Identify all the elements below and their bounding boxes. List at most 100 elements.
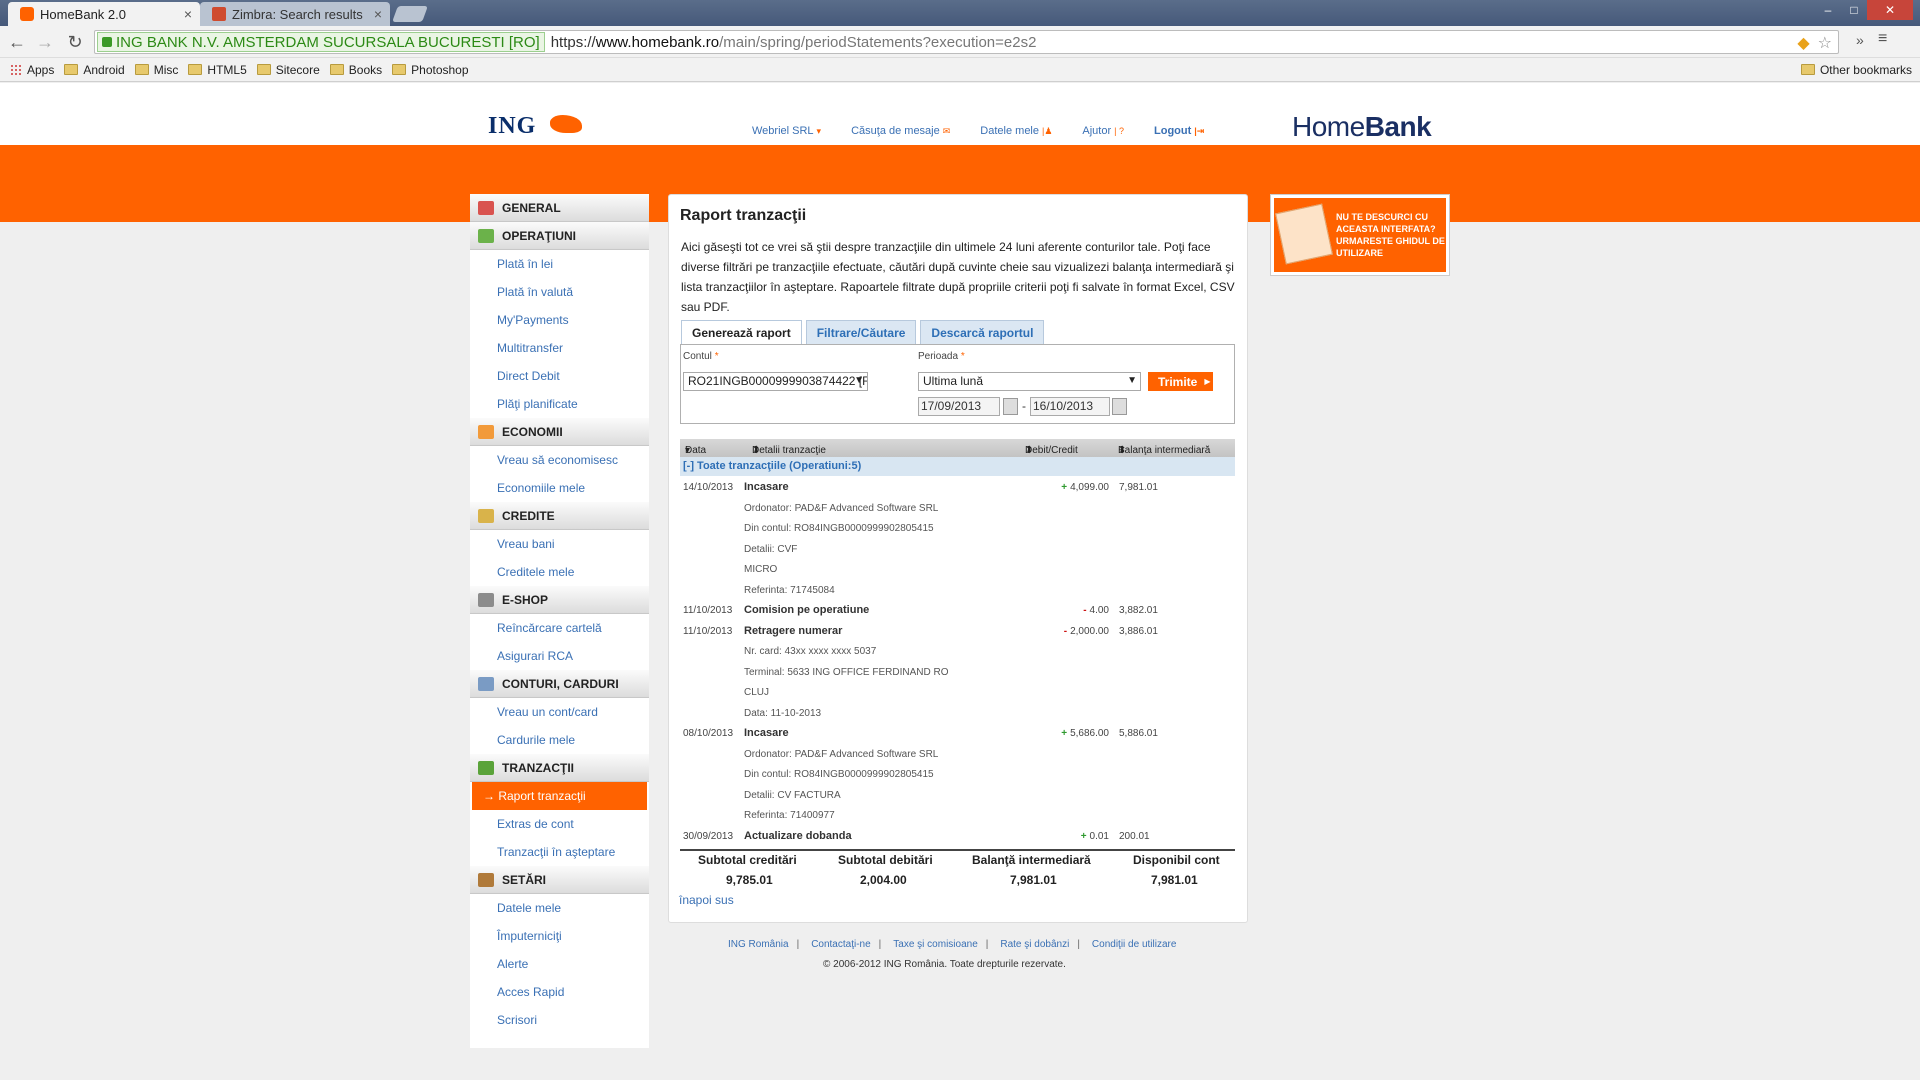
bookmark-folder[interactable]: Sitecore <box>256 63 320 77</box>
sidebar-section-header[interactable]: SETĂRI <box>470 866 649 894</box>
bookmark-folder[interactable]: Books <box>329 63 382 77</box>
sidebar-item[interactable]: Extras de cont <box>470 810 649 838</box>
close-tab-icon[interactable]: × <box>184 6 192 22</box>
new-tab-button[interactable] <box>392 6 428 22</box>
reload-icon[interactable]: ↻ <box>64 32 86 52</box>
footer-link-ing-romania[interactable]: ING România <box>728 939 789 950</box>
sidebar-item[interactable]: Scrisori <box>470 1006 649 1034</box>
submit-button[interactable]: Trimite ▶ <box>1148 372 1213 391</box>
amount-value: 4.00 <box>1089 605 1109 616</box>
forward-icon[interactable]: → <box>34 32 56 52</box>
sort-icon: ▾ <box>685 445 691 456</box>
sidebar-item[interactable]: Datele mele <box>470 894 649 922</box>
transaction-amount: +0.01 <box>1081 831 1109 842</box>
calendar-icon[interactable] <box>1112 398 1127 415</box>
help-link[interactable]: Ajutor | ? <box>1082 125 1124 137</box>
messages-link[interactable]: Căsuţa de mesaje ✉ <box>851 125 950 137</box>
sidebar-section-header[interactable]: TRANZACŢII <box>470 754 649 782</box>
sidebar-item[interactable]: Vreau să economisesc <box>470 446 649 474</box>
arrow-right-icon: ▶ <box>1204 377 1211 386</box>
user-menu-link[interactable]: Webriel SRL ▾ <box>752 125 821 137</box>
ev-certificate-badge[interactable]: ING BANK N.V. AMSTERDAM SUCURSALA BUCURE… <box>97 32 545 52</box>
period-select[interactable]: Ultima lună ▼ <box>918 372 1141 391</box>
sidebar-item[interactable]: Cardurile mele <box>470 726 649 754</box>
bookmark-apps[interactable]: Apps <box>10 63 54 77</box>
extensions-overflow-icon[interactable]: » <box>1856 32 1864 48</box>
bookmark-folder[interactable]: Photoshop <box>392 63 469 77</box>
bookmark-folder[interactable]: Misc <box>134 63 178 77</box>
footer-link-contact[interactable]: Contactaţi-ne <box>811 939 870 950</box>
sidebar-item[interactable]: Reîncărcare cartelă <box>470 614 649 642</box>
sidebar-section-header[interactable]: ECONOMII <box>470 418 649 446</box>
footer-link-terms[interactable]: Condiţii de utilizare <box>1092 939 1177 950</box>
profile-link[interactable]: Datele mele |♟ <box>980 125 1052 137</box>
sidebar-section-header[interactable]: E-SHOP <box>470 586 649 614</box>
bookmark-folder[interactable]: Android <box>64 62 125 77</box>
chrome-menu-icon[interactable]: ≡ <box>1878 30 1887 48</box>
user-guide-banner[interactable]: NU TE DESCURCI CU ACEASTA INTERFATA? URM… <box>1270 194 1450 276</box>
bookmarks-bar: Apps Android Misc HTML5 Sitecore Books P… <box>0 58 1920 82</box>
sidebar-item[interactable]: Vreau bani <box>470 530 649 558</box>
sidebar-item[interactable]: My'Payments <box>470 306 649 334</box>
address-bar[interactable]: ING BANK N.V. AMSTERDAM SUCURSALA BUCURE… <box>94 30 1839 54</box>
sidebar-item[interactable]: Creditele mele <box>470 558 649 586</box>
amount-value: 2,000.00 <box>1070 625 1109 637</box>
tab-genereaza-raport[interactable]: Generează raport <box>681 320 802 345</box>
debit-sign-icon: - <box>1083 605 1087 616</box>
back-icon[interactable]: ← <box>6 32 28 52</box>
transaction-balance: 200.01 <box>1119 830 1150 842</box>
sidebar-item[interactable]: Asigurari RCA <box>470 642 649 670</box>
sidebar-item[interactable]: Plăţi planificate <box>470 390 649 418</box>
url-text[interactable]: https://www.homebank.ro/main/spring/peri… <box>551 34 1037 51</box>
amount-value: 5,686.00 <box>1070 728 1109 739</box>
ing-logo[interactable]: ING <box>488 113 536 140</box>
date-to-input[interactable]: 16/10/2013 <box>1030 397 1110 416</box>
account-select[interactable]: RO21INGB0000999903874422 [RON▼ <box>683 372 868 391</box>
footer-link-rates[interactable]: Rate şi dobânzi <box>1000 939 1069 950</box>
transaction-title: Retragere numerar <box>744 624 843 637</box>
close-window-icon[interactable]: ✕ <box>1867 0 1913 20</box>
sidebar-general[interactable]: GENERAL <box>470 194 649 222</box>
sidebar-section-header[interactable]: OPERAŢIUNI <box>470 222 649 250</box>
logo-home: Home <box>1292 111 1365 142</box>
tab-filtrare-cautare[interactable]: Filtrare/Căutare <box>805 320 917 345</box>
col-label: Detalii tranzacţie <box>752 445 826 456</box>
sidebar-item[interactable]: Direct Debit <box>470 362 649 390</box>
calendar-icon[interactable] <box>1003 398 1018 415</box>
sidebar-item[interactable]: Tranzacţii în aşteptare <box>470 838 649 866</box>
date-from-input[interactable]: 17/09/2013 <box>918 397 1000 416</box>
transaction-amount: -2,000.00 <box>1064 626 1109 637</box>
sidebar-item[interactable]: Împuterniciţi <box>470 922 649 950</box>
close-tab-icon[interactable]: × <box>374 6 382 22</box>
bookmark-star-icon[interactable]: ☆ <box>1818 33 1832 53</box>
sidebar-item[interactable]: Vreau un cont/card <box>470 698 649 726</box>
footer-link-fees[interactable]: Taxe şi comisioane <box>893 939 977 950</box>
bookmark-label: Android <box>83 62 125 77</box>
total-label: Subtotal creditări <box>698 853 797 867</box>
sidebar-section-header[interactable]: CREDITE <box>470 502 649 530</box>
back-to-top-link[interactable]: înapoi sus <box>679 893 734 907</box>
sidebar-sections: OPERAŢIUNI Plată în lei Plată în valută My'… <box>470 222 649 1034</box>
tab-zimbra[interactable]: Zimbra: Search results × <box>200 2 390 26</box>
sidebar-section-header[interactable]: CONTURI, CARDURI <box>470 670 649 698</box>
sidebar-item[interactable]: Plată în lei <box>470 250 649 278</box>
sidebar-item[interactable]: Alerte <box>470 950 649 978</box>
zimbra-favicon-icon <box>212 7 226 21</box>
minimize-icon[interactable]: – <box>1815 0 1841 20</box>
extension-icon[interactable]: ◆ <box>1797 33 1809 53</box>
bookmark-folder[interactable]: HTML5 <box>188 63 247 77</box>
tab-homebank[interactable]: HomeBank 2.0 × <box>8 2 200 26</box>
sidebar-item[interactable]: → Raport tranzacţii <box>472 782 647 810</box>
sidebar-item[interactable]: Multitransfer <box>470 334 649 362</box>
url-path: /main/spring/periodStatements?execution=… <box>719 33 1037 51</box>
sidebar-item[interactable]: Acces Rapid <box>470 978 649 1006</box>
sidebar-item[interactable]: Economiile mele <box>470 474 649 502</box>
homebank-logo[interactable]: HomeBank <box>1292 111 1432 143</box>
maximize-icon[interactable]: □ <box>1841 0 1867 20</box>
transactions-group-toggle[interactable]: [-] Toate tranzacţiile (Operatiuni:5) <box>680 457 1235 476</box>
other-bookmarks[interactable]: Other bookmarks <box>1800 63 1912 77</box>
bookmark-label: Apps <box>27 62 55 77</box>
tab-descarca-raportul[interactable]: Descarcă raportul <box>920 320 1045 345</box>
logout-link[interactable]: Logout |⇥ <box>1154 125 1204 137</box>
sidebar-item[interactable]: Plată în valută <box>470 278 649 306</box>
